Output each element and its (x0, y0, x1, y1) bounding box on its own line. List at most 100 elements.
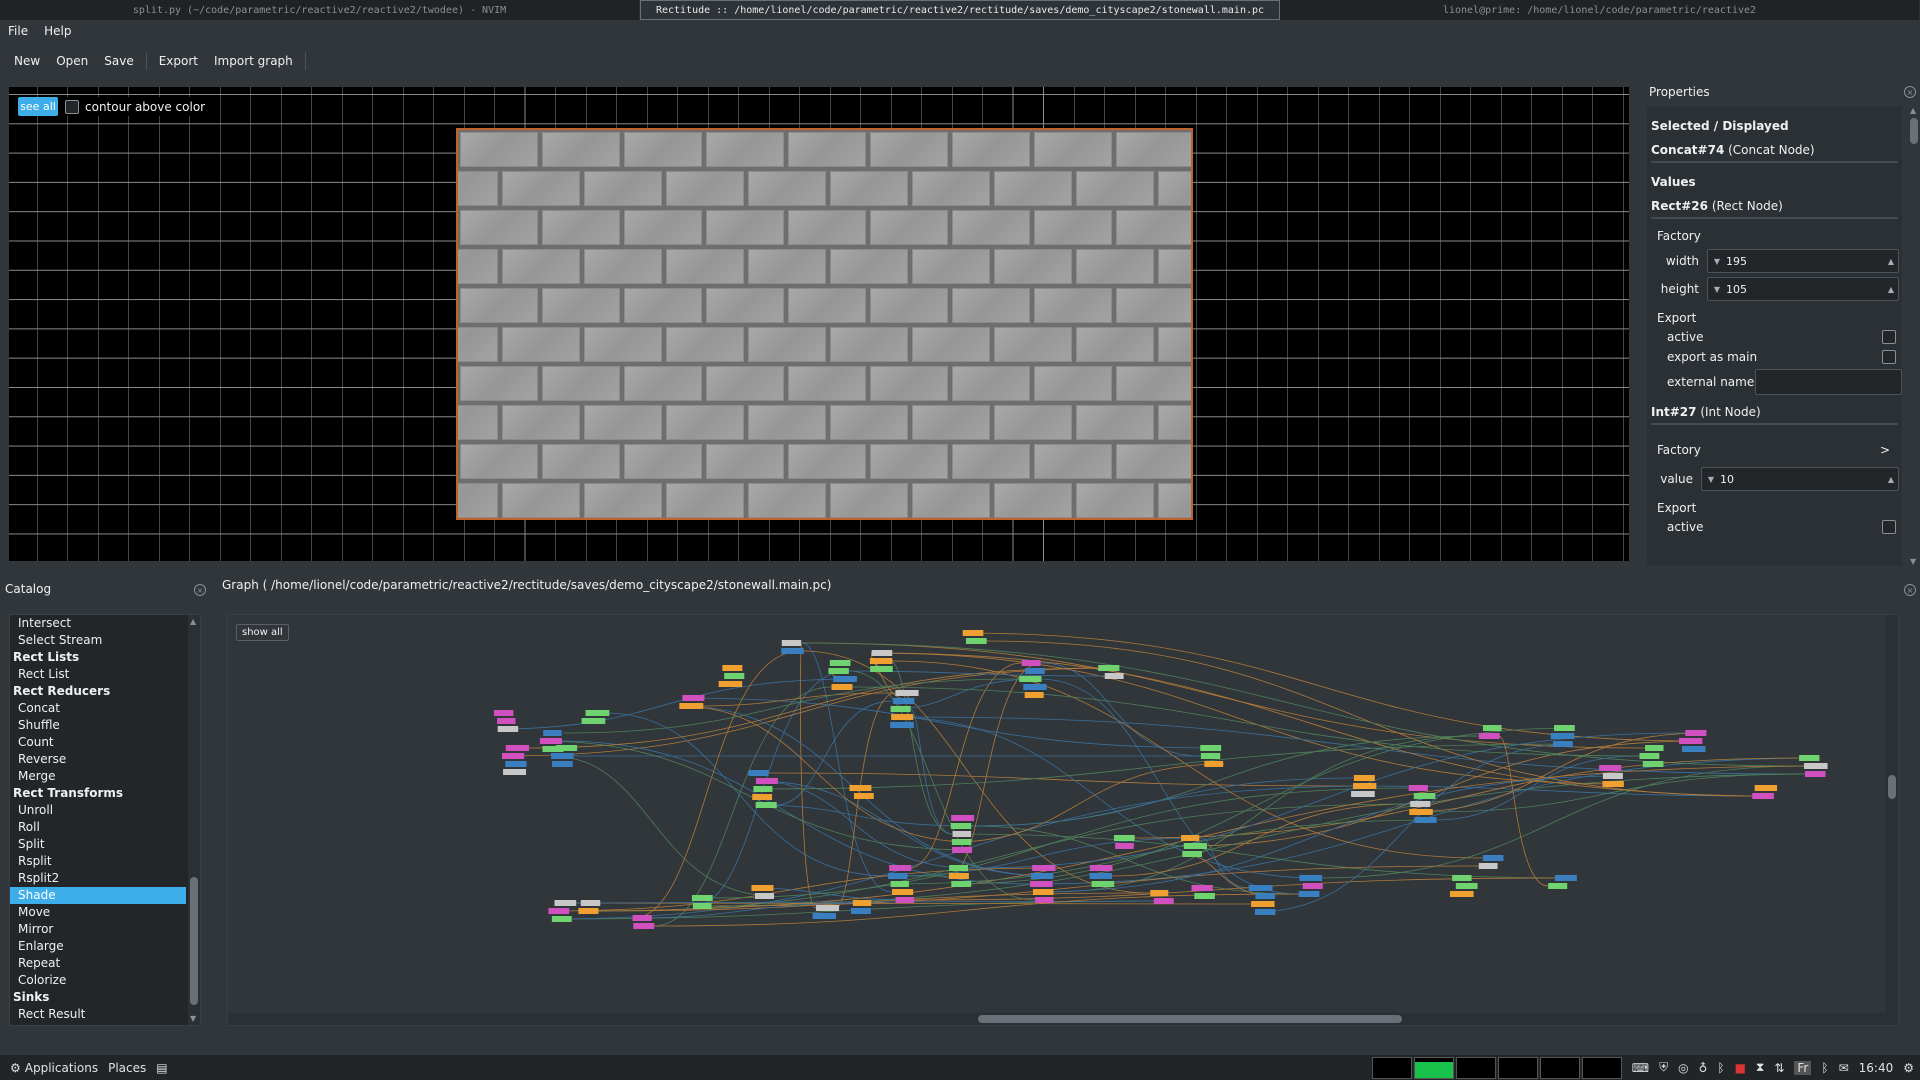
catalog-item[interactable]: Rect List (10, 666, 200, 683)
graph-node[interactable] (1255, 893, 1275, 899)
graph-node[interactable] (831, 684, 853, 690)
graph-node[interactable] (755, 778, 778, 784)
graph-node[interactable] (755, 802, 777, 808)
graph-node[interactable] (951, 881, 972, 887)
graph-node[interactable] (1351, 791, 1375, 797)
graph-node[interactable] (1150, 890, 1169, 896)
graph-node[interactable] (1799, 755, 1820, 761)
record-icon[interactable]: ■ (1735, 1061, 1746, 1075)
width-value[interactable]: 195 (1726, 255, 1884, 268)
graph-node[interactable] (1200, 753, 1221, 759)
graph-node[interactable] (1553, 741, 1573, 747)
window-tab-terminal[interactable]: lionel@prime: /home/lionel/code/parametr… (1280, 0, 1920, 20)
graph-node[interactable] (1602, 773, 1623, 779)
graph-node[interactable] (1254, 909, 1276, 915)
graph-node[interactable] (849, 785, 872, 791)
graph-node[interactable] (1548, 883, 1568, 889)
graph-node[interactable] (1298, 891, 1320, 897)
graph-node[interactable] (682, 695, 705, 701)
graph-node[interactable] (1410, 801, 1431, 807)
graph-node[interactable] (951, 815, 975, 821)
catalog-item[interactable]: Rsplit (10, 853, 200, 870)
catalog-item[interactable]: Select Stream (10, 632, 200, 649)
graph-node[interactable] (1599, 765, 1622, 771)
graph-node[interactable] (585, 710, 610, 716)
graph-edges-and-nodes[interactable] (228, 615, 1899, 1026)
graph-node[interactable] (829, 660, 851, 666)
hourglass-icon[interactable]: ⧗ (1756, 1060, 1764, 1075)
graph-node[interactable] (722, 665, 743, 671)
graph-node[interactable] (493, 710, 514, 716)
value-value[interactable]: 10 (1720, 473, 1884, 486)
graph-node[interactable] (501, 753, 525, 759)
graph-node[interactable] (889, 865, 912, 871)
graph-node[interactable] (1194, 893, 1215, 899)
graph-node[interactable] (578, 908, 599, 914)
chevron-up-icon[interactable]: ▲ (1910, 106, 1916, 115)
graph-node[interactable] (890, 706, 911, 712)
graph-node[interactable] (1021, 660, 1041, 666)
applications-menu[interactable]: ⚙ Applications (10, 1061, 98, 1075)
graph-node[interactable] (1449, 891, 1474, 897)
graph-node[interactable] (1414, 817, 1437, 823)
catalog-item[interactable]: Split (10, 836, 200, 853)
graph-node[interactable] (754, 893, 774, 899)
bulb-icon[interactable]: ♁ (1699, 1061, 1708, 1075)
graph-node[interactable] (1478, 863, 1498, 869)
value-spinbox[interactable]: ▼ 10 ▲ (1701, 467, 1899, 491)
graph-node[interactable] (1408, 785, 1428, 791)
graph-node[interactable] (812, 913, 837, 919)
chevron-up-icon[interactable]: ▲ (1884, 285, 1898, 294)
graph-node[interactable] (949, 865, 969, 871)
places-menu[interactable]: Places (108, 1061, 146, 1075)
graph-node[interactable] (1098, 665, 1120, 671)
graph-node[interactable] (1030, 881, 1053, 887)
graph-node[interactable] (1642, 761, 1664, 767)
catalog-item[interactable]: Mirror (10, 921, 200, 938)
chevron-up-icon[interactable]: ▲ (1884, 475, 1898, 484)
height-spinbox[interactable]: ▼ 105 ▲ (1707, 277, 1899, 301)
window-tab-nvim[interactable]: split.py (~/code/parametric/reactive2/re… (0, 0, 640, 20)
graph-node[interactable] (833, 676, 857, 682)
graph-node[interactable] (871, 650, 893, 656)
graph-node[interactable] (1804, 763, 1828, 769)
graph-node[interactable] (691, 895, 713, 901)
new-button[interactable]: New (6, 49, 48, 73)
factory-collapsible[interactable]: Factory > (1647, 431, 1902, 465)
keyboard-icon[interactable]: ⌨ (1632, 1061, 1649, 1075)
catalog-scrollbar[interactable]: ▲ ▼ (188, 615, 200, 1025)
graph-hscrollbar-thumb[interactable] (978, 1015, 1402, 1023)
graph-node[interactable] (1181, 835, 1200, 841)
graph-node[interactable] (1483, 855, 1504, 861)
graph-node[interactable] (1034, 897, 1054, 903)
import-graph-button[interactable]: Import graph (206, 49, 301, 73)
chevron-down-icon[interactable]: ▼ (1708, 257, 1726, 266)
graph-node[interactable] (895, 690, 919, 696)
graph-node[interactable] (552, 761, 573, 767)
graph-node[interactable] (828, 668, 849, 674)
graph-node[interactable] (852, 900, 872, 906)
chevron-up-icon[interactable]: ▲ (1884, 257, 1898, 266)
bluetooth-icon[interactable]: ᛒ (1717, 1061, 1724, 1075)
graph-node[interactable] (890, 722, 914, 728)
graph-node[interactable] (1024, 692, 1044, 698)
graph-node[interactable] (1478, 733, 1500, 739)
graph-node[interactable] (748, 770, 769, 776)
graph-node[interactable] (1183, 843, 1207, 849)
globe-icon[interactable]: ◎ (1678, 1061, 1688, 1075)
graph-node[interactable] (1804, 771, 1826, 777)
node-graph-canvas[interactable]: show all (227, 614, 1899, 1026)
graph-node[interactable] (1104, 673, 1124, 679)
close-icon[interactable]: × (1904, 86, 1916, 98)
graph-node[interactable] (1248, 885, 1273, 891)
chevron-down-icon[interactable]: ▼ (1702, 475, 1720, 484)
catalog-item[interactable]: Concat (10, 700, 200, 717)
graph-node[interactable] (505, 761, 527, 767)
graph-node[interactable] (632, 915, 652, 921)
graph-node[interactable] (962, 630, 984, 636)
external-name-input[interactable] (1754, 369, 1902, 395)
open-button[interactable]: Open (48, 49, 96, 73)
shield-icon[interactable]: ⛨ (1659, 1060, 1668, 1075)
chevron-down-icon[interactable]: ▼ (1708, 285, 1726, 294)
settings-gear-icon[interactable]: ⚙ (1903, 1061, 1914, 1075)
